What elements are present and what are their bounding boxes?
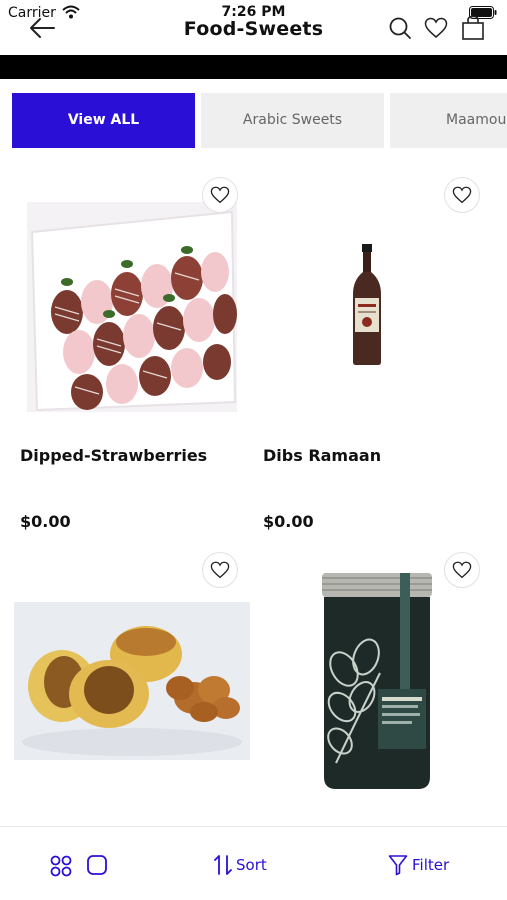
search-icon[interactable] [388,16,412,40]
product-price: $0.00 [20,512,71,531]
product-name[interactable]: Dipped-Strawberries [20,446,207,465]
product-card[interactable] [0,545,252,825]
wishlist-button[interactable] [444,552,480,588]
heart-icon[interactable] [424,17,448,39]
product-card[interactable] [252,545,507,825]
product-image[interactable] [320,573,434,791]
bottom-toolbar: Sort Filter [0,826,507,900]
heart-icon [210,561,230,579]
wishlist-button[interactable] [202,552,238,588]
tab-maamoul[interactable]: Maamoul [390,93,507,148]
heart-icon [452,561,472,579]
product-name[interactable]: Dibs Ramaan [263,446,381,465]
filter-button[interactable]: Filter [388,851,449,879]
product-image[interactable] [347,244,387,366]
tab-view-all[interactable]: View ALL [12,93,195,148]
heart-icon [210,186,230,204]
product-card[interactable]: Dipped-Strawberries $0.00 [0,170,252,540]
grid-view-icon[interactable] [50,855,72,877]
sort-arrows-icon [214,855,232,875]
tab-arabic-sweets[interactable]: Arabic Sweets [201,93,384,148]
wishlist-button[interactable] [444,177,480,213]
product-image[interactable] [27,202,237,412]
heart-icon [452,186,472,204]
single-view-icon[interactable] [86,854,108,876]
product-card[interactable]: Dibs Ramaan $0.00 [252,170,507,540]
banner-strip [0,55,507,79]
sort-label: Sort [236,856,267,874]
wishlist-button[interactable] [202,177,238,213]
category-tabs: View ALL Arabic Sweets Maamoul [12,93,507,148]
product-price: $0.00 [263,512,314,531]
navigation-bar: Food-Sweets [0,14,507,44]
sort-button[interactable]: Sort [214,851,267,879]
filter-label: Filter [412,856,450,874]
product-image[interactable] [14,602,250,760]
shopping-bag-icon[interactable] [460,15,486,41]
filter-funnel-icon [388,855,408,876]
